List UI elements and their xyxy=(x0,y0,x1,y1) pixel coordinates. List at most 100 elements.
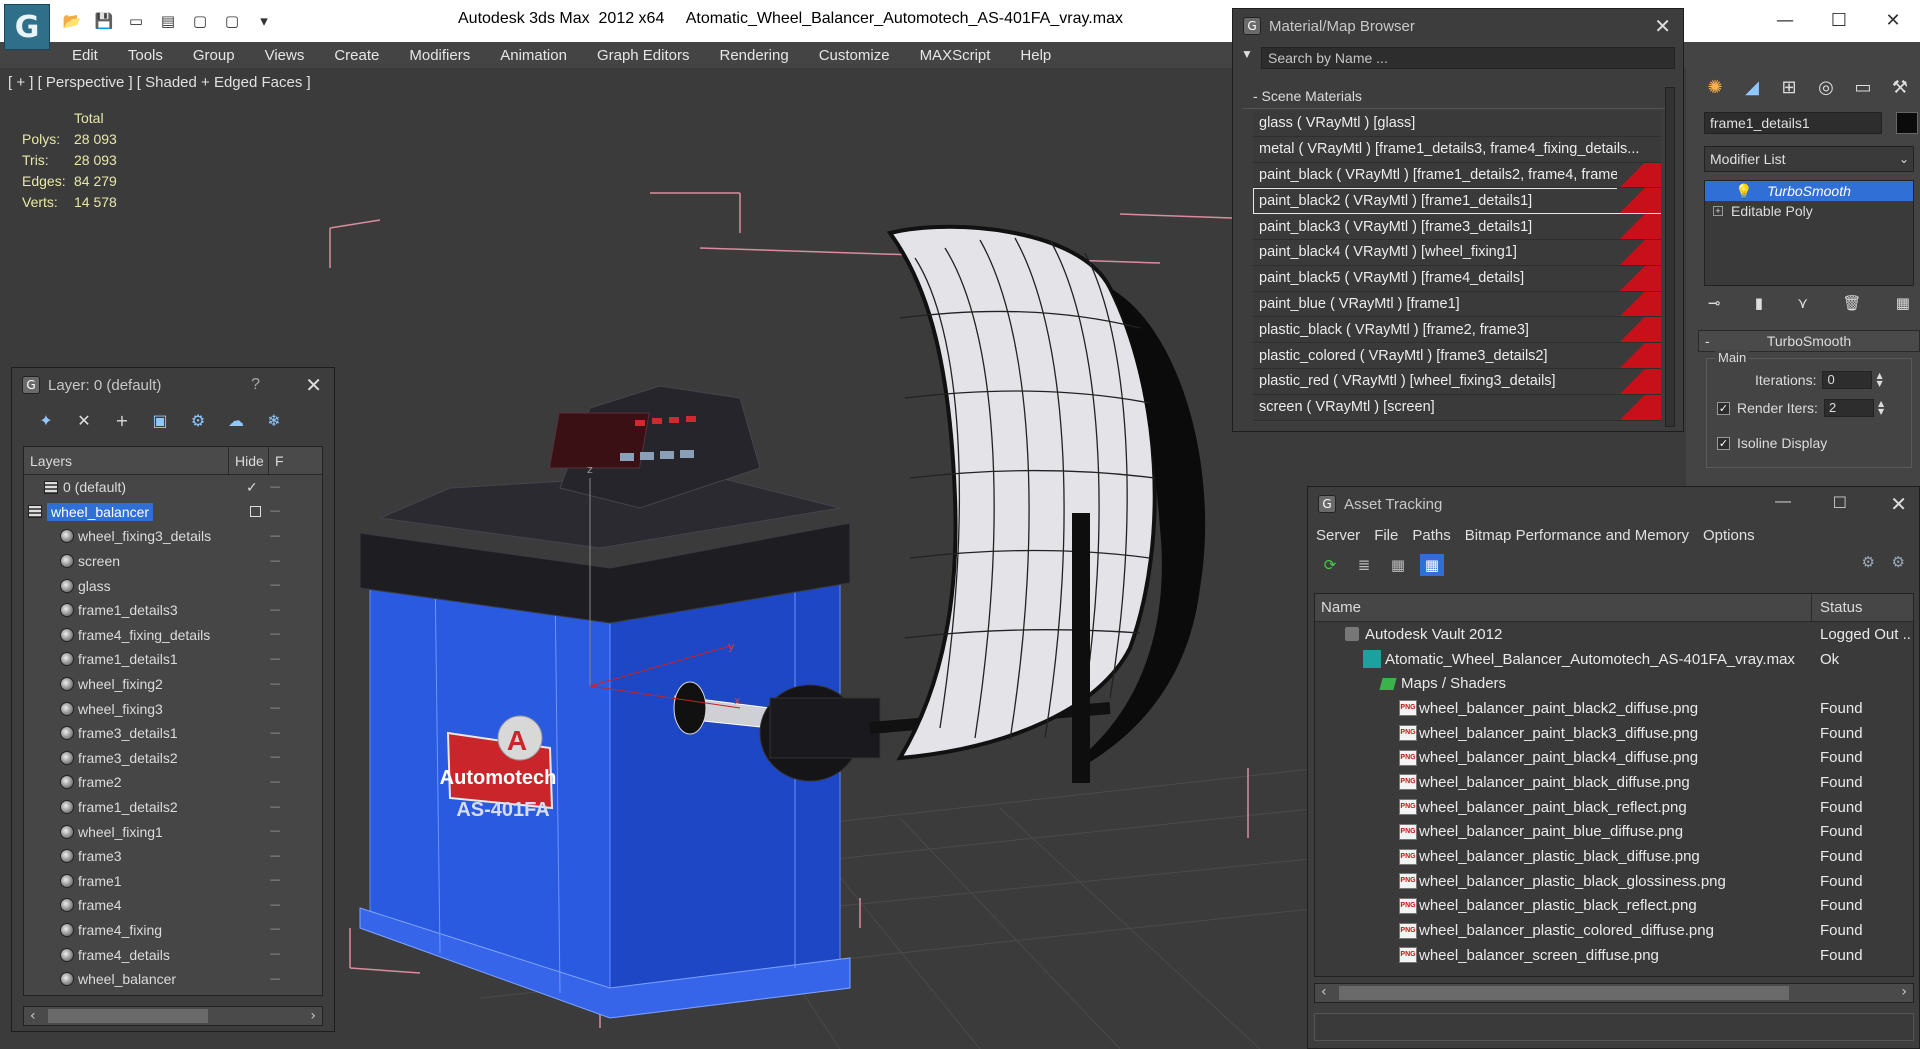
select-objects-icon[interactable]: ▣ xyxy=(146,407,174,433)
modifier-list-dropdown[interactable]: Modifier List ⌄ xyxy=(1704,146,1914,172)
menu-views[interactable]: Views xyxy=(265,47,305,64)
close-button[interactable]: ✕ xyxy=(1866,0,1920,40)
scroll-right-icon[interactable]: › xyxy=(1901,984,1907,1000)
layer-row[interactable]: frame4_fixing ---- xyxy=(24,918,322,943)
menu-tools[interactable]: Tools xyxy=(128,47,163,64)
menu-maxscript[interactable]: MAXScript xyxy=(920,47,991,64)
asset-row[interactable]: PNG wheel_balancer_plastic_black_glossine… xyxy=(1315,869,1913,894)
utilities-icon[interactable]: ⚒ xyxy=(1887,74,1913,100)
scroll-thumb[interactable] xyxy=(48,1009,208,1023)
asset-row[interactable]: PNG wheel_balancer_paint_black_diffuse.pn… xyxy=(1315,770,1913,795)
layer-row[interactable]: 0 (default) ✓ ---- xyxy=(24,475,322,500)
asset-row[interactable]: PNG wheel_balancer_plastic_black_diffuse.… xyxy=(1315,844,1913,869)
expand-icon[interactable]: + xyxy=(1713,206,1723,216)
asset-row[interactable]: Autodesk Vault 2012 Logged Out .. xyxy=(1315,622,1913,647)
hide-toggle[interactable]: ---- xyxy=(270,654,280,665)
freeze-all-icon[interactable]: ❄ xyxy=(260,407,288,433)
create-icon[interactable]: ✺ xyxy=(1702,74,1728,100)
list-view-icon[interactable]: ≣ xyxy=(1352,554,1376,576)
spinner-arrows-icon[interactable]: ▲ ▼ xyxy=(1878,400,1884,416)
material-search-input[interactable]: Search by Name ... xyxy=(1261,47,1675,69)
layer-row[interactable]: frame4_fixing_details ---- xyxy=(24,623,322,648)
close-icon[interactable]: ✕ xyxy=(1890,492,1907,516)
material-row[interactable]: glass ( VRayMtl ) [glass] xyxy=(1253,111,1661,137)
hide-toggle[interactable]: ---- xyxy=(270,580,280,591)
current-layer-box-icon[interactable] xyxy=(250,506,261,518)
hide-toggle[interactable]: ---- xyxy=(270,679,280,690)
spinner-arrows-icon[interactable]: ▲ ▼ xyxy=(1876,372,1882,388)
layer-row[interactable]: wheel_fixing2 ---- xyxy=(24,672,322,697)
minimize-button[interactable]: — xyxy=(1758,0,1812,40)
hide-all-icon[interactable]: ☁ xyxy=(222,407,250,433)
redo-icon[interactable]: ▢ xyxy=(220,10,244,32)
menu-customize[interactable]: Customize xyxy=(819,47,890,64)
layer-row[interactable]: frame1 ---- xyxy=(24,869,322,894)
material-row[interactable]: paint_blue ( VRayMtl ) [frame1] xyxy=(1253,291,1661,318)
asset-row[interactable]: PNG wheel_balancer_plastic_colored_diffus… xyxy=(1315,918,1913,943)
column-hide[interactable]: Hide xyxy=(229,447,269,474)
scroll-right-icon[interactable]: › xyxy=(310,1008,316,1024)
column-status[interactable]: Status xyxy=(1812,594,1863,621)
material-row[interactable]: screen ( VRayMtl ) [screen] xyxy=(1253,394,1661,421)
viewport-label[interactable]: [ + ] [ Perspective ] [ Shaded + Edged F… xyxy=(8,74,311,91)
material-row[interactable]: plastic_red ( VRayMtl ) [wheel_fixing3_d… xyxy=(1253,368,1661,395)
close-icon[interactable]: ✕ xyxy=(305,373,322,397)
help-button[interactable]: ? xyxy=(251,376,260,394)
layer-row[interactable]: frame3 ---- xyxy=(24,844,322,869)
show-end-result-icon[interactable]: ▮ xyxy=(1755,294,1763,312)
horizontal-scrollbar[interactable]: ‹ › xyxy=(1314,983,1914,1003)
menu-options[interactable]: Options xyxy=(1703,527,1755,544)
stack-item-turbosmooth[interactable]: 💡 TurboSmooth xyxy=(1705,181,1913,201)
menu-paths[interactable]: Paths xyxy=(1412,527,1450,544)
hide-toggle[interactable]: ---- xyxy=(270,900,280,911)
layer-row[interactable]: wheel_fixing3 ---- xyxy=(24,696,322,721)
asset-row[interactable]: PNG wheel_balancer_paint_black4_diffuse.p… xyxy=(1315,745,1913,770)
scroll-thumb[interactable] xyxy=(1339,986,1789,1000)
hide-toggle[interactable]: ---- xyxy=(270,605,280,616)
make-unique-icon[interactable]: ⋎ xyxy=(1797,294,1808,312)
asset-row[interactable]: PNG wheel_balancer_plastic_black_reflect.… xyxy=(1315,894,1913,919)
hide-toggle[interactable]: ---- xyxy=(270,703,280,714)
material-row[interactable]: paint_black5 ( VRayMtl ) [frame4_details… xyxy=(1253,265,1661,292)
render-iters-checkbox[interactable]: ✓ xyxy=(1717,401,1730,415)
layer-row[interactable]: frame4_details ---- xyxy=(24,942,322,967)
asset-row[interactable]: PNG wheel_balancer_screen_diffuse.png Foun… xyxy=(1315,943,1913,968)
material-row[interactable]: paint_black2 ( VRayMtl ) [frame1_details… xyxy=(1253,188,1661,215)
vertical-scrollbar[interactable] xyxy=(1665,87,1675,427)
hide-toggle[interactable]: ---- xyxy=(270,826,280,837)
pin-stack-icon[interactable]: ⊸ xyxy=(1708,294,1721,312)
material-row[interactable]: metal ( VRayMtl ) [frame1_details3, fram… xyxy=(1253,136,1661,163)
asset-row[interactable]: Atomatic_Wheel_Balancer_Automotech_AS-40… xyxy=(1315,647,1913,672)
asset-row[interactable]: PNG wheel_balancer_paint_black2_diffuse.p… xyxy=(1315,696,1913,721)
help-icon[interactable]: ⚙ xyxy=(1862,553,1875,571)
modify-icon[interactable]: ◢ xyxy=(1739,74,1765,100)
layer-row[interactable]: frame1_details1 ---- xyxy=(24,647,322,672)
asset-row[interactable]: PNG wheel_balancer_paint_black_reflect.pn… xyxy=(1315,795,1913,820)
hide-toggle[interactable]: ---- xyxy=(270,802,280,813)
layer-row[interactable]: wheel_balancer ---- xyxy=(24,500,322,525)
menu-file[interactable]: File xyxy=(1374,527,1398,544)
hide-toggle[interactable]: ---- xyxy=(270,752,280,763)
table-view-icon[interactable]: ▦ xyxy=(1420,554,1444,576)
asset-path-field[interactable] xyxy=(1314,1013,1914,1041)
column-name[interactable]: Name xyxy=(1315,594,1812,621)
layer-row[interactable]: wheel_fixing1 ---- xyxy=(24,819,322,844)
hide-toggle[interactable]: ---- xyxy=(270,556,280,567)
rollout-header[interactable]: - TurboSmooth xyxy=(1698,330,1920,352)
undo-icon[interactable]: ▢ xyxy=(188,10,212,32)
material-row[interactable]: paint_black4 ( VRayMtl ) [wheel_fixing1] xyxy=(1253,239,1661,266)
motion-icon[interactable]: ◎ xyxy=(1813,74,1839,100)
hide-toggle[interactable]: ---- xyxy=(270,974,280,985)
hierarchy-icon[interactable]: ⊞ xyxy=(1776,74,1802,100)
options-dropdown-icon[interactable]: ▼ xyxy=(1241,47,1253,61)
hide-toggle[interactable]: ---- xyxy=(270,949,280,960)
current-layer-check-icon[interactable]: ✓ xyxy=(246,479,258,496)
project-icon[interactable]: ▤ xyxy=(156,10,180,32)
hide-toggle[interactable]: ---- xyxy=(270,728,280,739)
close-icon[interactable]: ✕ xyxy=(1654,14,1671,38)
menu-group[interactable]: Group xyxy=(193,47,235,64)
isoline-checkbox[interactable]: ✓ xyxy=(1717,436,1730,450)
layer-row[interactable]: screen ---- xyxy=(24,549,322,574)
render-iters-spinner[interactable]: 2 xyxy=(1823,399,1874,417)
new-icon[interactable]: ▭ xyxy=(124,10,148,32)
